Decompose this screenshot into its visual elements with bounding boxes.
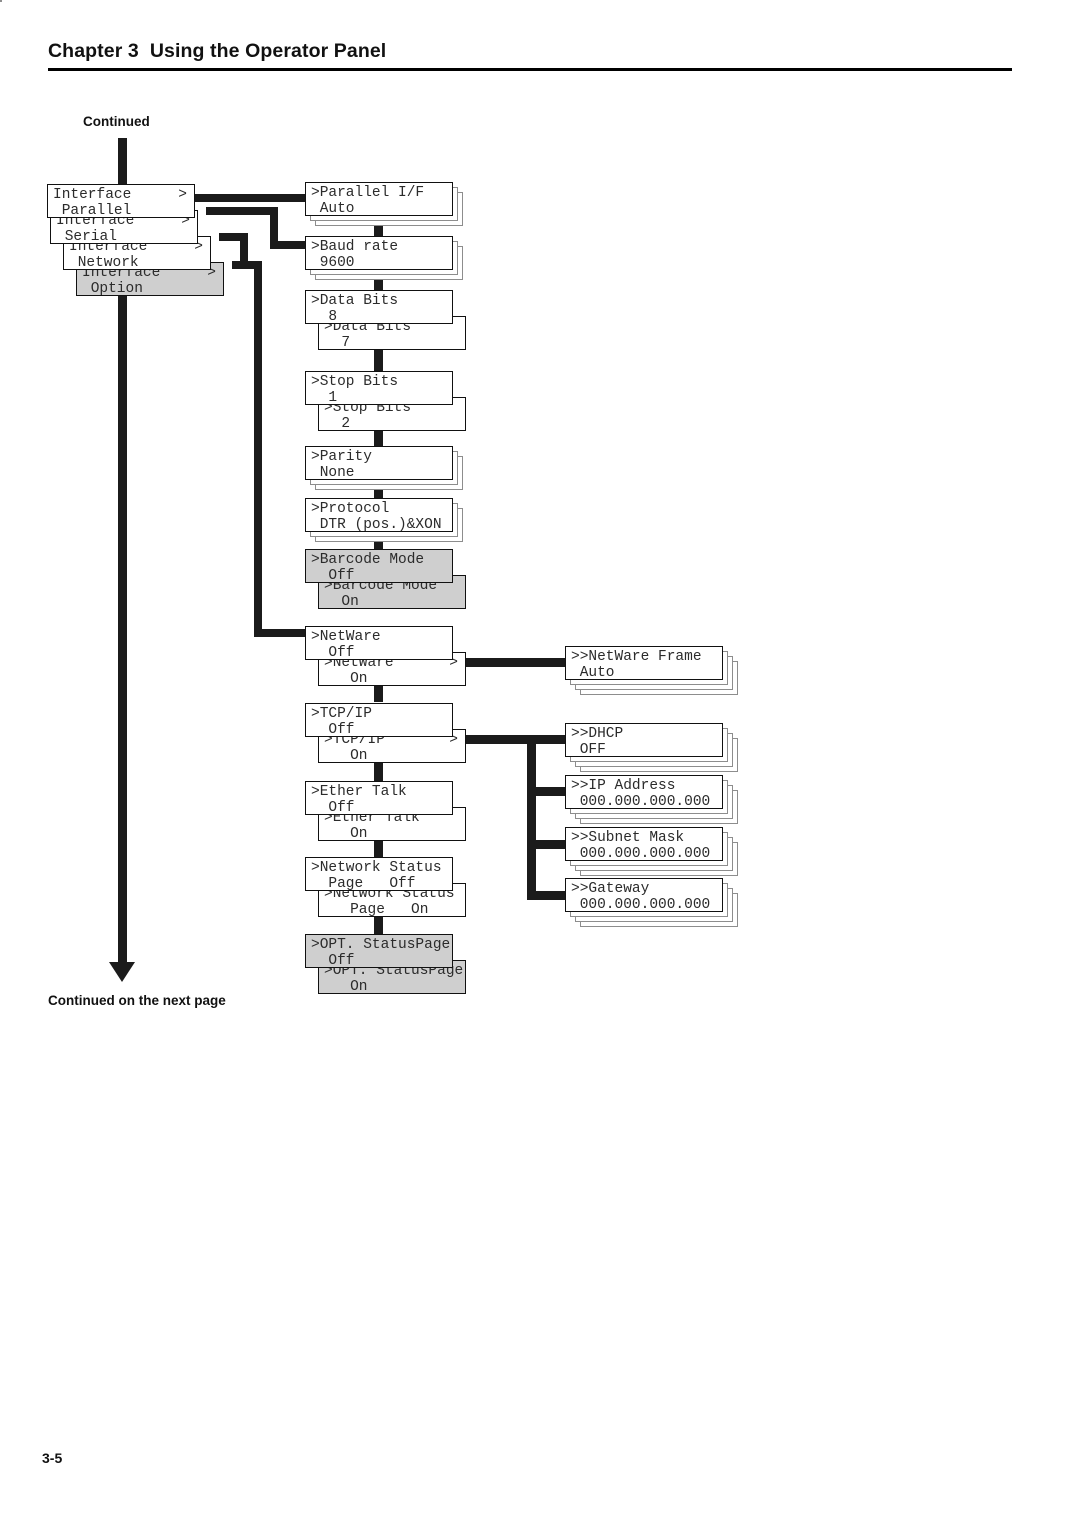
parallel-if-box[interactable]: >Parallel I/F Auto [305, 182, 453, 217]
protocol-line2: DTR (pos.)&XON [311, 517, 442, 533]
baud-rate-line2: 9600 [311, 255, 355, 271]
page-header: Chapter 3 Using the Operator Panel [48, 40, 1012, 71]
ether-talk-alt-line2: On [324, 826, 368, 842]
opt-status-page-line1: >OPT. StatusPage [311, 937, 451, 953]
link-netware-frame-h [463, 658, 569, 667]
gateway-box[interactable]: >>Gateway 000.000.000.000 [565, 878, 723, 913]
continued-label: Continued [83, 114, 150, 129]
link-option-v [254, 261, 262, 636]
ip-address-line2: 000.000.000.000 [571, 794, 711, 810]
tcp-ip-line2: Off [311, 722, 355, 738]
manual-page: Chapter 3 Using the Operator Panel Conti… [0, 0, 1080, 1528]
interface-option-line2: Option [82, 281, 143, 297]
parity-line2: None [311, 465, 355, 481]
interface-parallel-line2: Parallel [53, 203, 132, 219]
opt-status-page-box[interactable]: >OPT. StatusPage Off [305, 934, 453, 969]
link-tcpip-bus-h [463, 735, 535, 744]
interface-parallel-line1: Interface [53, 187, 132, 203]
trunk-bottom-segment [118, 290, 127, 964]
stop-bits-box[interactable]: >Stop Bits 1 [305, 371, 453, 406]
stop-bits-line2: 1 [311, 390, 338, 406]
continued-on-next-page-label: Continued on the next page [48, 993, 226, 1008]
interface-network-line2: Network [69, 255, 139, 271]
stop-bits-alt-line2: 2 [324, 416, 351, 432]
tcp-ip-box[interactable]: >TCP/IP Off [305, 703, 453, 738]
trunk-arrow-icon [109, 962, 135, 982]
gateway-line1: >>Gateway [571, 881, 650, 897]
protocol-line1: >Protocol [311, 501, 390, 517]
parallel-if-line2: Auto [311, 201, 355, 217]
opt-status-page-line2: Off [311, 953, 355, 969]
data-bits-line1: >Data Bits [311, 293, 399, 309]
dhcp-line1: >>DHCP [571, 726, 624, 742]
subnet-mask-box[interactable]: >>Subnet Mask 000.000.000.000 [565, 827, 723, 862]
tcp-ip-line1: >TCP/IP [311, 706, 372, 722]
trunk-top-segment [118, 138, 127, 186]
parity-line1: >Parity [311, 449, 372, 465]
link-serial-h1 [206, 207, 278, 215]
link-dhcp-h [527, 735, 569, 744]
netware-frame-line1: >>NetWare Frame [571, 649, 702, 665]
network-status-page-line1: >Network Status [311, 860, 442, 876]
dhcp-line2: OFF [571, 742, 606, 758]
gateway-line2: 000.000.000.000 [571, 897, 711, 913]
network-status-page-box[interactable]: >Network Status Page Off [305, 857, 453, 892]
barcode-mode-alt-line2: On [324, 594, 359, 610]
netware-frame-line2: Auto [571, 665, 615, 681]
ether-talk-box[interactable]: >Ether Talk Off [305, 781, 453, 816]
data-bits-line2: 8 [311, 309, 338, 325]
parallel-if-line1: >Parallel I/F [311, 185, 425, 201]
baud-rate-box[interactable]: >Baud rate 9600 [305, 236, 453, 271]
network-status-page-alt-line2: Page On [324, 902, 429, 918]
network-status-page-line2: Page Off [311, 876, 416, 892]
header-rule [48, 68, 1012, 71]
interface-option-sheet [0, 0, 2, 2]
subnet-mask-line1: >>Subnet Mask [571, 830, 685, 846]
interface-parallel-box[interactable]: Interface Parallel > [47, 184, 195, 219]
netware-alt-line2: On [324, 671, 368, 687]
baud-rate-line1: >Baud rate [311, 239, 399, 255]
opt-status-page-alt-line2: On [324, 979, 368, 995]
ether-talk-line2: Off [311, 800, 355, 816]
link-ip-h [527, 787, 569, 796]
tcp-ip-alt-line2: On [324, 748, 368, 764]
link-parallel-h [193, 194, 311, 202]
data-bits-box[interactable]: >Data Bits 8 [305, 290, 453, 325]
stop-bits-line1: >Stop Bits [311, 374, 399, 390]
ip-address-box[interactable]: >>IP Address 000.000.000.000 [565, 775, 723, 810]
data-bits-alt-line2: 7 [324, 335, 351, 351]
netware-line2: Off [311, 645, 355, 661]
netware-box[interactable]: >NetWare Off [305, 626, 453, 661]
subnet-mask-line2: 000.000.000.000 [571, 846, 711, 862]
netware-frame-box[interactable]: >>NetWare Frame Auto [565, 646, 723, 681]
interface-serial-line2: Serial [56, 229, 117, 245]
link-gateway-h [527, 891, 569, 900]
link-tcpip-bus-v [527, 735, 536, 900]
parity-box[interactable]: >Parity None [305, 446, 453, 481]
netware-line1: >NetWare [311, 629, 381, 645]
ether-talk-line1: >Ether Talk [311, 784, 407, 800]
link-option-h2 [254, 629, 312, 637]
barcode-mode-line2: Off [311, 568, 355, 584]
page-title: Chapter 3 Using the Operator Panel [48, 40, 387, 62]
interface-parallel-arrow-icon: > [178, 187, 187, 203]
protocol-box[interactable]: >Protocol DTR (pos.)&XON [305, 498, 453, 533]
link-subnet-h [527, 840, 569, 849]
barcode-mode-box[interactable]: >Barcode Mode Off [305, 549, 453, 584]
dhcp-box[interactable]: >>DHCP OFF [565, 723, 723, 758]
barcode-mode-line1: >Barcode Mode [311, 552, 425, 568]
ip-address-line1: >>IP Address [571, 778, 676, 794]
page-number: 3-5 [42, 1450, 63, 1466]
